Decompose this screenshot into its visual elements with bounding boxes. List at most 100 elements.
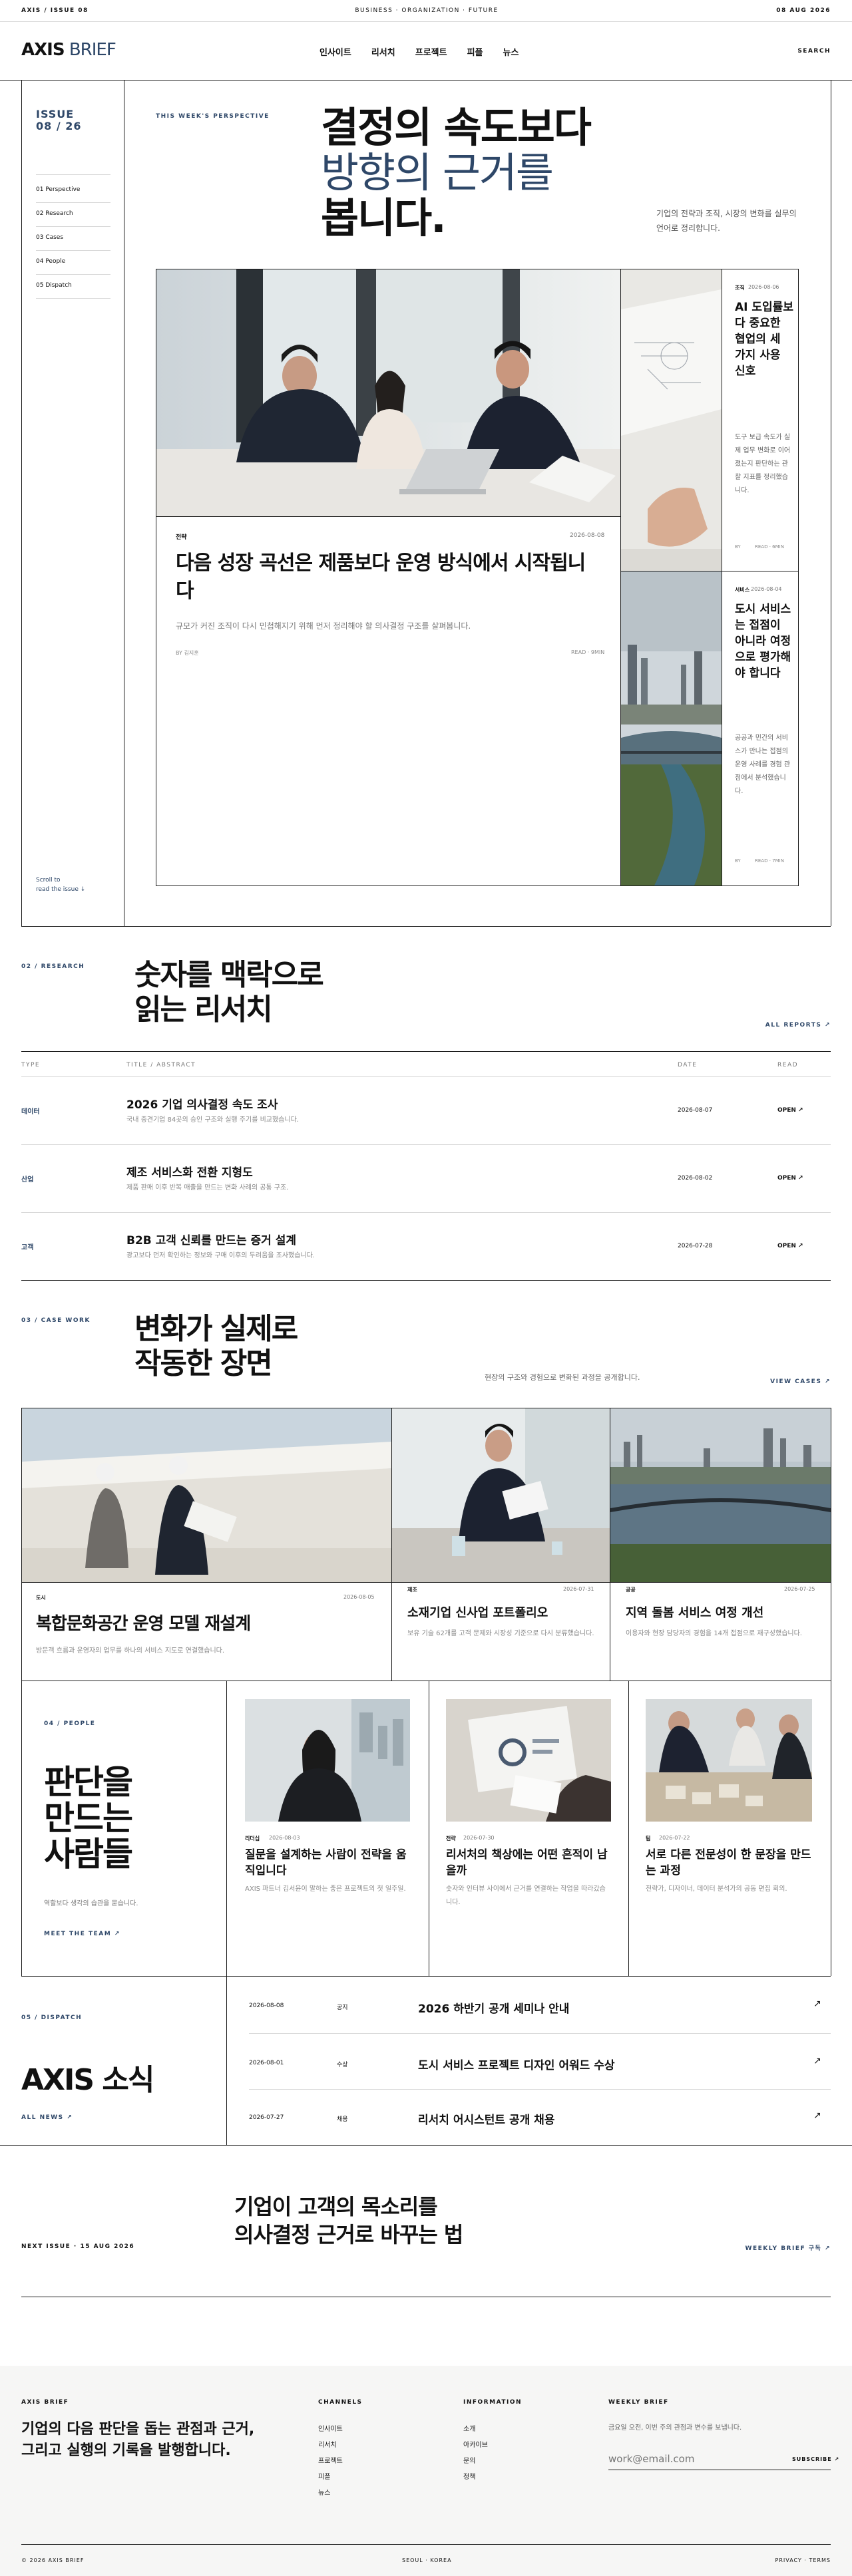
feature-title[interactable]: 다음 성장 곡선은 제품보다 운영 방식에서 시작됩니다 [176, 550, 588, 605]
case-image-3[interactable] [610, 1408, 831, 1583]
feature-read-time: READ · 9MIN [571, 649, 605, 655]
case2-date: 2026-07-31 [563, 1586, 594, 1592]
next-title-line1: 기업이 고객의 목소리를 [234, 2194, 438, 2219]
row-date: 2026-08-07 [678, 1107, 713, 1114]
hero-title-line3: 봅니다. [321, 194, 447, 242]
cases-title: 변화가 실제로 작동한 장면 [134, 1312, 298, 1381]
sidebar-item-perspective[interactable]: 01 Perspective [36, 186, 80, 193]
arrow-up-right-icon[interactable]: ↗ [813, 2110, 821, 2121]
news-title[interactable]: 2026 하반기 공개 세미나 안내 [418, 1999, 569, 2016]
side2-author: BY [735, 858, 741, 864]
row-open-link[interactable]: OPEN ↗ [777, 1243, 803, 1249]
footer-weekly-desc: 금요일 오전, 이번 주의 관점과 변수를 보냅니다. [608, 2424, 742, 2432]
main-nav: 인사이트 리서치 프로젝트 피플 뉴스 [320, 45, 519, 58]
person3-desc: 전략가, 디자이너, 데이터 분석가의 공동 편집 회의. [646, 1885, 787, 1893]
news-tag: 채용 [337, 2116, 348, 2123]
footer-link-people[interactable]: 피플 [318, 2470, 343, 2486]
feature-desc: 규모가 커진 조직이 다시 민첩해지기 위해 먼저 정리해야 할 의사결정 구조… [176, 621, 471, 631]
person1-title[interactable]: 질문을 설계하는 사람이 전략을 움직입니다 [245, 1847, 411, 1879]
sidebar-item-research[interactable]: 02 Research [36, 210, 73, 217]
footer-legal-links[interactable]: PRIVACY · TERMS [775, 2557, 831, 2563]
news-title[interactable]: 도시 서비스 프로젝트 디자인 어워드 수상 [418, 2056, 614, 2072]
row-open-link[interactable]: OPEN ↗ [777, 1175, 803, 1182]
search-button[interactable]: SEARCH [797, 48, 831, 55]
logo-brief: BRIEF [69, 40, 116, 60]
row-type: 산업 [21, 1176, 34, 1184]
case1-title[interactable]: 복합문화공간 운영 모델 재설계 [36, 1610, 251, 1635]
arrow-up-right-icon[interactable]: ↗ [813, 2056, 821, 2066]
people-image-3[interactable] [646, 1699, 812, 1822]
people-image-1[interactable] [245, 1699, 410, 1822]
issue-number: 08 / 26 [36, 120, 82, 132]
newsletter-email-input[interactable] [608, 2450, 768, 2468]
meet-team-link[interactable]: MEET THE TEAM ↗ [44, 1931, 120, 1937]
news-title[interactable]: 리서치 어시스턴트 공개 채용 [418, 2110, 554, 2127]
logo-axis: AXIS [21, 40, 65, 60]
cases-intro: 현장의 구조와 경험으로 변화된 과정을 공개합니다. [485, 1373, 640, 1382]
row-title[interactable]: 제조 서비스화 전환 지형도 [126, 1163, 253, 1180]
side1-author: BY [735, 544, 741, 550]
footer-channels-title: CHANNELS [318, 2399, 363, 2406]
side2-desc: 공공과 민간의 서비스가 만나는 접점의 운영 사례를 경험 관점에서 분석했습… [735, 734, 791, 795]
sidebar-item-cases[interactable]: 03 Cases [36, 234, 63, 241]
case-image-1[interactable] [22, 1408, 391, 1583]
sidebar-item-dispatch[interactable]: 05 Dispatch [36, 282, 72, 289]
people-title-line2: 만드는 [44, 1799, 133, 1838]
side2-title[interactable]: 도시 서비스는 접점이 아니라 여정으로 평가해야 합니다 [735, 601, 795, 681]
top-date: 08 AUG 2026 [776, 7, 831, 14]
nav-research[interactable]: 리서치 [371, 45, 395, 58]
person1-role: 리더십 [245, 1836, 260, 1842]
footer-link-project[interactable]: 프로젝트 [318, 2454, 343, 2470]
footer-link-policy[interactable]: 정책 [463, 2470, 488, 2486]
view-cases-link[interactable]: VIEW CASES ↗ [770, 1378, 831, 1385]
case1-tag: 도시 [36, 1595, 46, 1601]
row-open-link[interactable]: OPEN ↗ [777, 1107, 803, 1114]
case3-tag: 공공 [626, 1587, 636, 1593]
all-reports-link[interactable]: ALL REPORTS ↗ [765, 1022, 831, 1029]
person3-date: 2026-07-22 [659, 1835, 690, 1841]
side2-image[interactable] [621, 571, 722, 886]
case3-title[interactable]: 지역 돌봄 서비스 여정 개선 [626, 1603, 763, 1621]
cases-title-line1: 변화가 실제로 [134, 1312, 298, 1346]
nav-project[interactable]: 프로젝트 [415, 45, 447, 58]
row-title[interactable]: 2026 기업 의사결정 속도 조사 [126, 1095, 278, 1112]
case1-date: 2026-08-05 [343, 1594, 375, 1600]
top-issue: AXIS / ISSUE 08 [21, 7, 89, 14]
case2-desc: 보유 기술 62개를 고객 문제와 시장성 기준으로 다시 분류했습니다. [407, 1630, 594, 1637]
nav-news[interactable]: 뉴스 [503, 45, 519, 58]
people-title: 판단을 만드는 사람들 [44, 1764, 133, 1872]
footer-link-contact[interactable]: 문의 [463, 2454, 488, 2470]
side1-title[interactable]: AI 도입률보다 중요한 협업의 세 가지 사용 신호 [735, 299, 795, 379]
logo[interactable]: AXIS BRIEF [21, 40, 116, 60]
feature-image[interactable] [156, 269, 620, 516]
footer-link-news[interactable]: 뉴스 [318, 2486, 343, 2501]
next-issue-title[interactable]: 기업이 고객의 목소리를 의사결정 근거로 바꾸는 법 [234, 2193, 463, 2249]
side2-date: 2026-08-04 [751, 586, 782, 592]
footer-tagline-line1: 기업의 다음 판단을 돕는 관점과 근거, [21, 2421, 255, 2438]
people-image-2[interactable] [446, 1699, 611, 1822]
person2-title[interactable]: 리서처의 책상에는 어떤 흔적이 남을까 [446, 1847, 612, 1879]
footer-link-about[interactable]: 소개 [463, 2422, 488, 2438]
row-title[interactable]: B2B 고객 신뢰를 만드는 증거 설계 [126, 1231, 296, 1247]
case2-tag: 제조 [407, 1587, 417, 1593]
case-image-2[interactable] [392, 1408, 610, 1583]
side1-image[interactable] [621, 269, 722, 571]
hero-intro: 기업의 전략과 조직, 시장의 변화를 실무의 언어로 정리합니다. [656, 209, 797, 233]
all-news-link[interactable]: ALL NEWS ↗ [21, 2114, 73, 2121]
subscribe-button[interactable]: SUBSCRIBE ↗ [792, 2456, 839, 2462]
person3-title[interactable]: 서로 다른 전문성이 한 문장을 만드는 과정 [646, 1847, 812, 1879]
people-label: 04 / PEOPLE [44, 1720, 96, 1727]
arrow-up-right-icon[interactable]: ↗ [813, 1999, 821, 2009]
nav-insight[interactable]: 인사이트 [320, 45, 351, 58]
nav-people[interactable]: 피플 [467, 45, 483, 58]
sidebar-item-people[interactable]: 04 People [36, 258, 65, 265]
weekly-brief-subscribe-link[interactable]: WEEKLY BRIEF 구독 ↗ [746, 2243, 831, 2252]
feature-date: 2026-08-08 [570, 532, 605, 539]
footer-link-archive[interactable]: 아카이브 [463, 2438, 488, 2454]
cases-title-line2: 작동한 장면 [134, 1347, 273, 1380]
footer-link-insight[interactable]: 인사이트 [318, 2422, 343, 2438]
case2-title[interactable]: 소재기업 신사업 포트폴리오 [407, 1603, 548, 1621]
row-abstract: 국내 중견기업 84곳의 승인 구조와 실행 주기를 비교했습니다. [126, 1116, 299, 1124]
footer-link-research[interactable]: 리서치 [318, 2438, 343, 2454]
news-date: 2026-08-08 [249, 2003, 284, 2009]
